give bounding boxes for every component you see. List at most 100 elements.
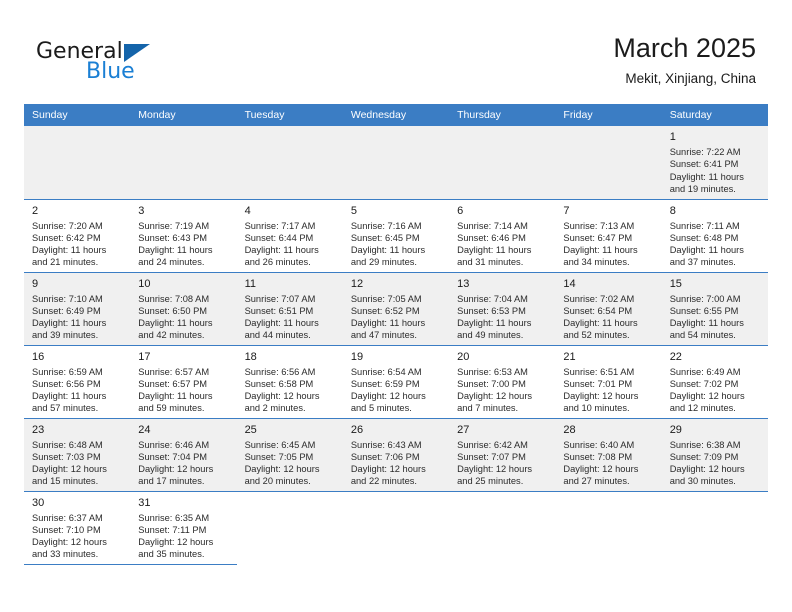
calendar-day-cell[interactable]: 14 Sunrise: 7:02 AM Sunset: 6:54 PM Dayligh…	[555, 272, 662, 346]
calendar-day-cell[interactable]: 24 Sunrise: 6:46 AM Sunset: 7:04 PM Dayligh…	[130, 418, 237, 492]
daylight-text-line1: Daylight: 12 hours	[457, 391, 533, 402]
weekday-header-sunday: Sunday	[24, 104, 131, 126]
calendar-page: General Blue March 2025 Mekit, Xinjiang,…	[0, 0, 792, 612]
daylight-text-line1: Daylight: 12 hours	[350, 391, 426, 402]
day-number: 25	[244, 423, 257, 436]
daylight-text-line1: Daylight: 11 hours	[32, 318, 107, 329]
calendar-day-cell[interactable]: 8 Sunrise: 7:11 AM Sunset: 6:48 PM Daylight…	[661, 199, 768, 273]
day-number: 24	[138, 423, 151, 436]
calendar-week-row: 9 Sunrise: 7:10 AM Sunset: 6:49 PM Daylight…	[24, 272, 768, 346]
day-cell-content: 3 Sunrise: 7:19 AM Sunset: 6:43 PM Daylight…	[130, 200, 236, 269]
calendar-day-cell[interactable]: 15 Sunrise: 7:00 AM Sunset: 6:55 PM Dayligh…	[661, 272, 768, 346]
brand-logo[interactable]: General Blue	[36, 40, 236, 88]
day-cell-content: 13 Sunrise: 7:04 AM Sunset: 6:53 PM Dayligh…	[449, 273, 555, 342]
daylight-text-line2: and 19 minutes.	[669, 183, 736, 194]
calendar-cell-empty	[555, 491, 662, 564]
calendar-day-cell[interactable]: 6 Sunrise: 7:14 AM Sunset: 6:46 PM Daylight…	[449, 199, 556, 273]
calendar-week-row: 1 Sunrise: 7:22 AM Sunset: 6:41 PM Daylight…	[24, 126, 768, 200]
daylight-text-line2: and 25 minutes.	[457, 476, 524, 487]
daylight-text-line2: and 21 minutes.	[32, 257, 99, 268]
daylight-text-line2: and 54 minutes.	[669, 330, 736, 341]
calendar-table: Sunday Monday Tuesday Wednesday Thursday…	[24, 104, 768, 565]
daylight-text-line2: and 30 minutes.	[669, 476, 736, 487]
calendar-day-cell[interactable]: 18 Sunrise: 6:56 AM Sunset: 6:58 PM Dayligh…	[236, 345, 343, 419]
sunset-text: Sunset: 6:47 PM	[563, 232, 633, 243]
daylight-text-line1: Daylight: 12 hours	[350, 464, 426, 475]
day-number: 31	[138, 496, 151, 509]
calendar-day-cell[interactable]: 11 Sunrise: 7:07 AM Sunset: 6:51 PM Dayligh…	[236, 272, 343, 346]
day-cell-content: 17 Sunrise: 6:57 AM Sunset: 6:57 PM Dayligh…	[130, 346, 236, 415]
calendar-day-cell[interactable]: 27 Sunrise: 6:42 AM Sunset: 7:07 PM Dayligh…	[449, 418, 556, 492]
daylight-text-line2: and 10 minutes.	[563, 403, 630, 414]
calendar-day-cell[interactable]: 26 Sunrise: 6:43 AM Sunset: 7:06 PM Dayligh…	[342, 418, 450, 492]
day-cell-content: 5 Sunrise: 7:16 AM Sunset: 6:45 PM Daylight…	[343, 200, 449, 269]
sunrise-text: Sunrise: 7:20 AM	[32, 220, 103, 231]
day-number: 3	[138, 204, 145, 217]
calendar-day-cell[interactable]: 5 Sunrise: 7:16 AM Sunset: 6:45 PM Daylight…	[342, 199, 450, 273]
calendar-day-cell[interactable]: 16 Sunrise: 6:59 AM Sunset: 6:56 PM Dayligh…	[24, 345, 131, 419]
daylight-text-line2: and 52 minutes.	[563, 330, 630, 341]
calendar-day-cell[interactable]: 31 Sunrise: 6:35 AM Sunset: 7:11 PM Dayligh…	[130, 491, 237, 565]
sunrise-text: Sunrise: 6:40 AM	[563, 439, 635, 450]
daylight-text-line1: Daylight: 11 hours	[244, 245, 319, 256]
calendar-day-cell[interactable]: 7 Sunrise: 7:13 AM Sunset: 6:47 PM Daylight…	[555, 199, 662, 273]
daylight-text-line1: Daylight: 11 hours	[563, 245, 638, 256]
day-number: 1	[669, 131, 676, 143]
daylight-text-line2: and 22 minutes.	[350, 476, 417, 487]
daylight-text-line1: Daylight: 11 hours	[350, 318, 426, 329]
sunset-text: Sunset: 7:06 PM	[350, 451, 420, 462]
day-cell-content: 16 Sunrise: 6:59 AM Sunset: 6:56 PM Dayligh…	[24, 346, 130, 415]
calendar-day-cell[interactable]: 3 Sunrise: 7:19 AM Sunset: 6:43 PM Daylight…	[130, 199, 237, 273]
calendar-day-cell[interactable]: 22 Sunrise: 6:49 AM Sunset: 7:02 PM Dayligh…	[661, 345, 768, 419]
sunrise-text: Sunrise: 7:00 AM	[669, 293, 741, 304]
daylight-text-line2: and 33 minutes.	[32, 549, 99, 560]
sunrise-text: Sunrise: 6:43 AM	[350, 439, 422, 450]
sunset-text: Sunset: 6:58 PM	[244, 378, 314, 389]
sunrise-text: Sunrise: 6:54 AM	[350, 366, 422, 377]
sunrise-text: Sunrise: 7:11 AM	[669, 220, 740, 231]
calendar-day-cell[interactable]: 21 Sunrise: 6:51 AM Sunset: 7:01 PM Dayligh…	[555, 345, 662, 419]
calendar-day-cell[interactable]: 29 Sunrise: 6:38 AM Sunset: 7:09 PM Dayligh…	[661, 418, 768, 492]
daylight-text-line2: and 27 minutes.	[563, 476, 630, 487]
calendar-day-cell[interactable]: 28 Sunrise: 6:40 AM Sunset: 7:08 PM Dayligh…	[555, 418, 662, 492]
calendar-day-cell[interactable]: 1 Sunrise: 7:22 AM Sunset: 6:41 PM Daylight…	[661, 126, 768, 200]
daylight-text-line1: Daylight: 11 hours	[32, 391, 107, 402]
daylight-text-line1: Daylight: 12 hours	[244, 464, 320, 475]
calendar-week-row: 30 Sunrise: 6:37 AM Sunset: 7:10 PM Dayligh…	[24, 491, 768, 565]
sunrise-text: Sunrise: 6:38 AM	[669, 439, 741, 450]
sunset-text: Sunset: 6:43 PM	[138, 232, 208, 243]
calendar-day-cell[interactable]: 10 Sunrise: 7:08 AM Sunset: 6:50 PM Dayligh…	[130, 272, 237, 346]
daylight-text-line1: Daylight: 11 hours	[457, 245, 532, 256]
calendar-day-cell[interactable]: 13 Sunrise: 7:04 AM Sunset: 6:53 PM Dayligh…	[449, 272, 556, 346]
sunrise-text: Sunrise: 6:37 AM	[32, 512, 103, 523]
calendar-cell-blank	[130, 126, 237, 200]
page-subtitle: Mekit, Xinjiang, China	[625, 71, 756, 86]
calendar-day-cell[interactable]: 9 Sunrise: 7:10 AM Sunset: 6:49 PM Daylight…	[24, 272, 131, 346]
day-cell-content: 30 Sunrise: 6:37 AM Sunset: 7:10 PM Dayligh…	[24, 492, 130, 561]
calendar-day-cell[interactable]: 23 Sunrise: 6:48 AM Sunset: 7:03 PM Dayligh…	[24, 418, 131, 492]
calendar-day-cell[interactable]: 20 Sunrise: 6:53 AM Sunset: 7:00 PM Dayligh…	[449, 345, 556, 419]
calendar-day-cell[interactable]: 12 Sunrise: 7:05 AM Sunset: 6:52 PM Dayligh…	[342, 272, 450, 346]
calendar-day-cell[interactable]: 2 Sunrise: 7:20 AM Sunset: 6:42 PM Daylight…	[24, 199, 131, 273]
brand-name-blue: Blue	[86, 59, 135, 84]
day-number: 5	[350, 204, 357, 217]
sunset-text: Sunset: 7:01 PM	[563, 378, 633, 389]
daylight-text-line2: and 34 minutes.	[563, 257, 630, 268]
day-cell-content: 28 Sunrise: 6:40 AM Sunset: 7:08 PM Dayligh…	[555, 419, 661, 488]
day-cell-content: 29 Sunrise: 6:38 AM Sunset: 7:09 PM Dayligh…	[662, 419, 768, 488]
calendar-week-row: 23 Sunrise: 6:48 AM Sunset: 7:03 PM Dayligh…	[24, 418, 768, 492]
daylight-text-line2: and 59 minutes.	[138, 403, 205, 414]
calendar-day-cell[interactable]: 17 Sunrise: 6:57 AM Sunset: 6:57 PM Dayligh…	[130, 345, 237, 419]
calendar-day-cell[interactable]: 30 Sunrise: 6:37 AM Sunset: 7:10 PM Dayligh…	[24, 491, 131, 565]
calendar-cell-empty	[449, 491, 556, 564]
sunset-text: Sunset: 6:59 PM	[350, 378, 420, 389]
calendar-cell-empty	[342, 491, 450, 564]
weekday-header-saturday: Saturday	[661, 104, 768, 126]
daylight-text-line1: Daylight: 11 hours	[32, 245, 107, 256]
calendar-day-cell[interactable]: 4 Sunrise: 7:17 AM Sunset: 6:44 PM Daylight…	[236, 199, 343, 273]
calendar-day-cell[interactable]: 19 Sunrise: 6:54 AM Sunset: 6:59 PM Dayligh…	[342, 345, 450, 419]
calendar-header-row: Sunday Monday Tuesday Wednesday Thursday…	[24, 104, 768, 126]
day-number: 26	[350, 423, 364, 436]
day-number: 19	[350, 350, 364, 363]
calendar-day-cell[interactable]: 25 Sunrise: 6:45 AM Sunset: 7:05 PM Dayligh…	[236, 418, 343, 492]
